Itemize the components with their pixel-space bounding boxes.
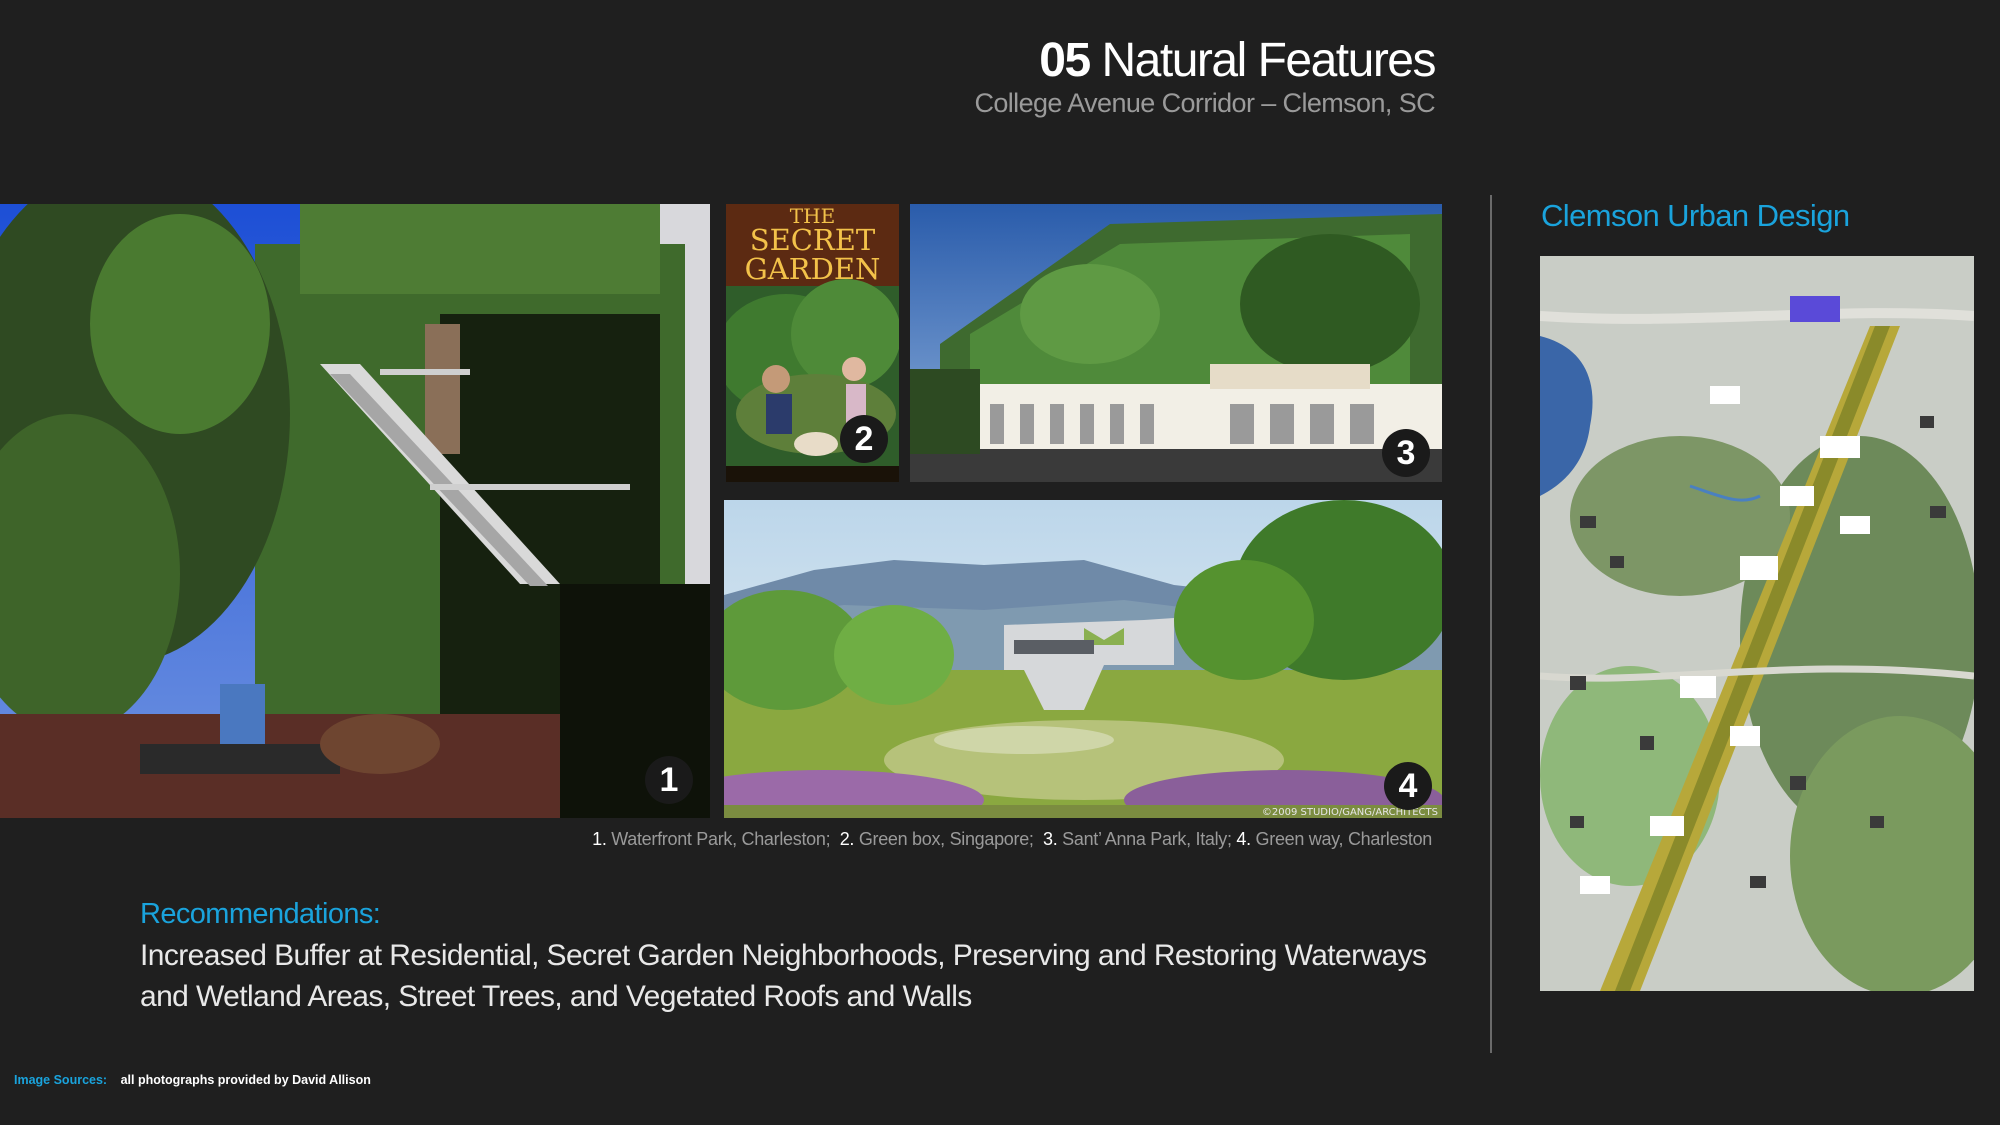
caption-2-number: 2. — [839, 829, 855, 849]
section-title: Natural Features — [1101, 34, 1437, 87]
green-parking-garage-icon — [910, 204, 1442, 482]
photo-4-badge: 4 — [1384, 762, 1432, 810]
park-pavilion-rendering-icon — [724, 500, 1442, 818]
recommendations-body: Increased Buffer at Residential, Secret … — [140, 939, 1427, 1013]
image-sources: Image Sources: all photographs provided … — [14, 1073, 371, 1087]
page-subtitle: College Avenue Corridor – Clemson, SC — [974, 88, 1435, 118]
recommendations-heading: Recommendations: — [140, 898, 381, 930]
caption-2-text: Green box, Singapore; — [858, 829, 1034, 849]
photo-waterfront-park: 1 — [0, 204, 710, 818]
caption-1-number: 1. — [592, 829, 607, 849]
photo-sant-anna-park: ©2009 STUDIO/GANG/ARCHITECTS 4 — [724, 500, 1442, 818]
caption-1-text: Waterfront Park, Charleston; — [611, 829, 831, 849]
map-title: Clemson Urban Design — [1541, 198, 1850, 233]
section-number: 05 — [1039, 34, 1091, 87]
photo-captions: 1. Waterfront Park, Charleston; 2. Green… — [592, 829, 1432, 850]
book-cover-title-line3: GARDEN — [744, 252, 881, 286]
image-sources-label: Image Sources: — [14, 1073, 108, 1087]
ivy-wall-stair-icon — [0, 204, 710, 818]
photo-secret-garden-cover: THE SECRET GARDEN 2 — [726, 204, 899, 482]
caption-4-number: 4. — [1236, 829, 1251, 849]
page-title: 05 Natural Features — [1039, 28, 1437, 94]
book-cover-title: THE SECRET GARDEN — [726, 206, 899, 284]
urban-design-map — [1540, 256, 1974, 991]
site-plan-map-icon — [1540, 256, 1974, 991]
vertical-divider — [1490, 195, 1492, 1053]
photo-3-badge: 3 — [1382, 429, 1430, 477]
caption-3-text: Sant’ Anna Park, Italy; — [1062, 829, 1232, 849]
caption-3-number: 3. — [1043, 829, 1058, 849]
book-cover-title-line2: SECRET — [749, 223, 876, 257]
caption-4-text: Green way, Charleston — [1255, 829, 1433, 849]
photo-2-badge: 2 — [840, 415, 888, 463]
photo-1-badge: 1 — [645, 756, 693, 804]
image-sources-value: all photographs provided by David Alliso… — [120, 1073, 371, 1087]
photo-green-box: 3 — [910, 204, 1442, 482]
